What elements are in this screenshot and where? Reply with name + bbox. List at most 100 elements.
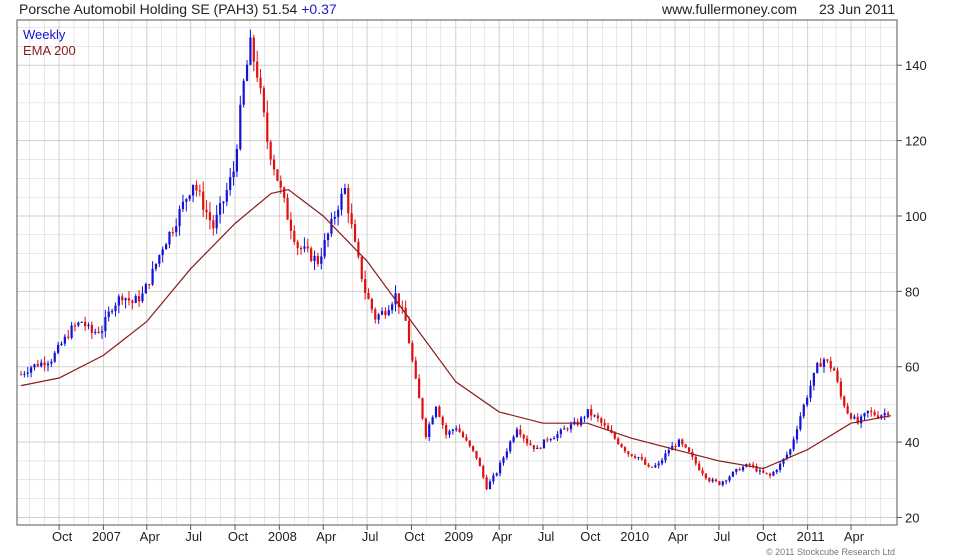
candle-body <box>127 298 131 301</box>
candle-body <box>316 256 320 264</box>
y-tick-label: 80 <box>905 284 919 299</box>
candle-body <box>151 268 154 285</box>
candle-body <box>100 331 104 333</box>
candle-body <box>384 311 387 316</box>
candle-body <box>475 450 478 459</box>
chart-legend: WeeklyEMA 200 <box>23 27 76 58</box>
candle-body <box>546 439 549 441</box>
candle-body <box>843 396 846 407</box>
candle-body <box>603 422 606 426</box>
candle-body <box>883 413 886 416</box>
candle-body <box>590 409 593 416</box>
candle-body <box>289 219 293 231</box>
candle-body <box>26 372 29 374</box>
candle-body <box>380 311 384 315</box>
candle-body <box>566 428 569 430</box>
candle-body <box>370 298 373 310</box>
legend-entry: EMA 200 <box>23 43 76 58</box>
candle-body <box>141 293 144 302</box>
candle-body <box>87 324 90 327</box>
candle-body <box>202 191 205 210</box>
candle-body <box>164 244 168 250</box>
candle-body <box>836 370 839 382</box>
y-axis: 20 40 60 80 100 120 140 <box>897 58 927 525</box>
candle-body <box>235 148 239 172</box>
x-tick-label: 2007 <box>92 529 121 544</box>
x-tick-label: Oct <box>756 529 777 544</box>
candle-body <box>870 410 873 413</box>
candle-body <box>279 180 282 188</box>
candle-body <box>448 431 451 435</box>
price-chart: 20 40 60 80 100 120 140 Oct 2007 Apr Jul Oct 2008 Ap… <box>16 19 927 557</box>
candle-body <box>407 320 411 344</box>
candle-body <box>472 445 475 451</box>
candle-body <box>360 256 363 280</box>
candle-body <box>70 325 73 338</box>
candle-body <box>698 463 701 471</box>
candle-body <box>812 372 815 386</box>
candle-body <box>478 458 481 467</box>
candle-body <box>286 197 289 220</box>
candle-body <box>792 439 795 450</box>
candle-body <box>148 284 151 286</box>
candle-body <box>620 443 623 448</box>
candle-body <box>330 218 333 234</box>
candle-body <box>542 439 546 449</box>
candle-body <box>218 203 222 215</box>
candle-body <box>509 441 512 452</box>
candle-body <box>73 325 77 327</box>
candle-body <box>505 451 508 458</box>
candle-body <box>161 249 164 256</box>
candle-body <box>445 425 448 435</box>
candle-body <box>229 177 232 191</box>
candle-body <box>242 80 245 105</box>
candle-body <box>644 459 647 465</box>
candle-body <box>451 429 454 432</box>
candle-body <box>704 473 708 479</box>
candle-body <box>525 438 529 444</box>
candle-body <box>583 417 586 419</box>
candle-body <box>519 429 522 435</box>
candle-body <box>806 397 809 405</box>
candle-body <box>158 255 161 264</box>
candle-body <box>181 201 185 210</box>
candle-body <box>468 440 471 446</box>
candle-body <box>441 416 444 426</box>
candle-body <box>144 284 147 294</box>
candle-body <box>593 415 596 417</box>
x-tick-label: 2010 <box>620 529 649 544</box>
candle-body <box>600 418 603 423</box>
candle-body <box>154 263 158 269</box>
candle-body <box>262 88 266 113</box>
candle-body <box>431 417 434 425</box>
candle-body <box>694 456 697 464</box>
candle-body <box>728 476 731 481</box>
candle-body <box>735 468 738 472</box>
candle-body <box>492 475 495 482</box>
chart-grid <box>17 20 897 525</box>
candle-body <box>816 362 819 373</box>
x-tick-label: Oct <box>52 529 73 544</box>
candle-body <box>596 415 600 419</box>
x-tick-label: Apr <box>316 529 337 544</box>
candle-body <box>660 460 664 464</box>
candle-body <box>617 438 620 444</box>
candle-body <box>647 464 650 467</box>
x-tick-label: Apr <box>492 529 513 544</box>
candle-body <box>802 404 805 417</box>
candle-body <box>269 141 272 160</box>
x-tick-label: Jul <box>185 529 202 544</box>
candle-body <box>532 445 535 449</box>
candle-body <box>374 309 377 320</box>
candle-body <box>171 231 174 233</box>
candle-body <box>522 434 525 439</box>
candle-body <box>364 279 367 293</box>
candle-body <box>887 413 890 416</box>
candle-body <box>630 454 633 457</box>
candle-body <box>721 481 724 485</box>
candle-body <box>43 362 46 366</box>
candle-body <box>539 447 542 449</box>
candle-body <box>63 336 66 344</box>
candle-body <box>718 481 721 485</box>
candle-body <box>809 385 812 398</box>
